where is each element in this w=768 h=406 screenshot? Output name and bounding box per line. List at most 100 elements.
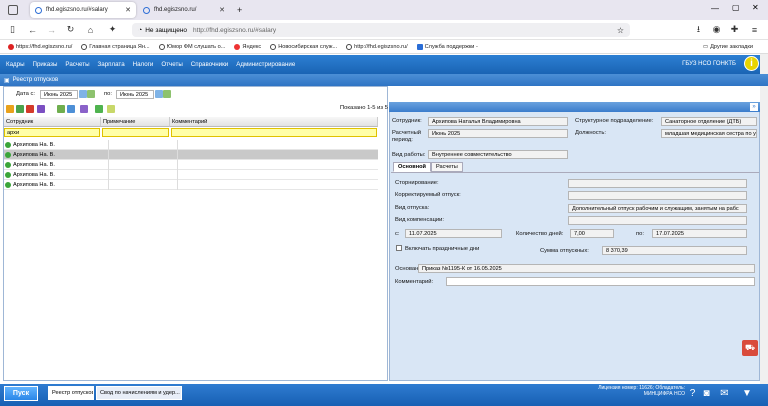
other-bookmarks[interactable]: ▭ Другие закладки bbox=[703, 44, 753, 50]
date-to-field[interactable]: Июнь 2025 bbox=[116, 90, 154, 99]
cell-employee: Архипова На. В. bbox=[13, 181, 55, 188]
to-date-field[interactable]: 17.07.2025 bbox=[652, 229, 747, 238]
vacation-type-field[interactable]: Дополнительный отпуск рабочим и служащим… bbox=[568, 204, 747, 213]
column-header-comment[interactable]: Комментарий bbox=[170, 117, 378, 127]
new-tab-button[interactable]: + bbox=[232, 2, 246, 18]
menu-item-spravochniki[interactable]: Справочники bbox=[191, 61, 228, 68]
tab-overview-icon[interactable] bbox=[8, 5, 18, 15]
sum-field[interactable]: 8 370,39 bbox=[602, 246, 747, 255]
menu-item-otchety[interactable]: Отчеты bbox=[161, 61, 182, 68]
task-vacation-register[interactable]: Реестр отпусков bbox=[48, 386, 94, 400]
reload-icon[interactable]: ↻ bbox=[64, 23, 77, 36]
filter-note-input[interactable] bbox=[102, 128, 169, 137]
extension-puzzle-icon[interactable]: ✚ bbox=[728, 23, 741, 36]
browser-tab-root[interactable]: fhd.egiszsno.ru/ ✕ bbox=[138, 2, 230, 18]
menu-item-kadry[interactable]: Кадры bbox=[6, 61, 25, 68]
sidebar-toggle-icon[interactable]: ▯ bbox=[6, 23, 19, 36]
close-tab-icon[interactable]: ✕ bbox=[125, 6, 131, 14]
collapse-icon[interactable]: » bbox=[750, 103, 758, 111]
tab-calculations[interactable]: Расчеты bbox=[431, 162, 463, 172]
minimize-window-icon[interactable]: — bbox=[711, 4, 719, 13]
account-icon[interactable]: ◉ bbox=[710, 23, 723, 36]
from-date-field[interactable]: 11.07.2025 bbox=[405, 229, 502, 238]
settings-icon[interactable] bbox=[107, 105, 115, 113]
bookmark-item[interactable]: Новосибирская служ... bbox=[270, 43, 337, 50]
export-icon[interactable] bbox=[67, 105, 75, 113]
refresh-icon[interactable] bbox=[163, 90, 171, 98]
menu-item-prikazy[interactable]: Приказы bbox=[33, 61, 58, 68]
bookmark-item[interactable]: Юмор ФМ слушать о... bbox=[158, 43, 225, 50]
cell-note bbox=[108, 149, 177, 160]
window-titlebar: ▣ Реестр отпусков bbox=[0, 74, 768, 86]
menu-hamburger-icon[interactable]: ≡ bbox=[748, 23, 761, 36]
add-icon[interactable] bbox=[16, 105, 24, 113]
period-field[interactable]: Июнь 2025 bbox=[428, 129, 568, 138]
table-row[interactable]: Архипова На. В. bbox=[4, 159, 378, 170]
bookmark-star-icon[interactable]: ☆ bbox=[617, 26, 624, 35]
tab-main[interactable]: Основной bbox=[393, 162, 431, 172]
site-favicon-icon bbox=[35, 6, 42, 14]
page-scrollbar[interactable] bbox=[760, 54, 768, 384]
back-arrow-icon[interactable]: ← bbox=[26, 23, 39, 36]
forward-arrow-icon[interactable]: → bbox=[45, 23, 58, 36]
employee-field[interactable]: Архипова Наталья Владимировна bbox=[428, 117, 568, 126]
menu-item-zarplata[interactable]: Зарплата bbox=[98, 61, 125, 68]
tools-dropdown-icon[interactable] bbox=[80, 105, 88, 113]
calendar-icon[interactable] bbox=[79, 90, 87, 98]
storno-field[interactable] bbox=[568, 179, 747, 188]
camera-icon[interactable]: ◙ bbox=[700, 387, 713, 400]
menu-item-raschety[interactable]: Расчеты bbox=[65, 61, 89, 68]
info-icon[interactable]: i bbox=[744, 56, 759, 71]
filter-icon[interactable] bbox=[57, 105, 65, 113]
position-field[interactable]: младшая медицинская сестра по у bbox=[661, 129, 757, 138]
date-from-field[interactable]: Июнь 2025 bbox=[40, 90, 78, 99]
browser-tab-salary[interactable]: fhd.egiszsno.ru/#salary ✕ bbox=[30, 2, 136, 18]
bookmark-item[interactable]: https://fhd.egiszsno.ru/ bbox=[8, 43, 72, 50]
delete-icon[interactable] bbox=[26, 105, 34, 113]
home-icon[interactable]: ⌂ bbox=[84, 23, 97, 36]
comment-field[interactable] bbox=[446, 277, 755, 286]
bookmark-item[interactable]: http://fhd.egiszsno.ru/ bbox=[346, 43, 408, 50]
bookmark-item[interactable]: Служба поддержки - bbox=[416, 43, 478, 50]
url-text[interactable]: http://fhd.egiszsno.ru/#salary bbox=[193, 27, 276, 34]
holidays-label: Включать праздничные дни bbox=[405, 246, 480, 252]
filter-employee-input[interactable]: архи bbox=[4, 128, 100, 137]
close-window-icon[interactable]: ✕ bbox=[752, 3, 759, 12]
column-header-employee[interactable]: Сотрудник bbox=[4, 117, 101, 127]
menu-item-administrirovanie[interactable]: Администрирование bbox=[236, 61, 295, 68]
chevron-down-icon[interactable]: ▼ bbox=[738, 387, 756, 400]
refresh-grid-icon[interactable] bbox=[95, 105, 103, 113]
car-icon[interactable]: ⛟ bbox=[742, 340, 758, 356]
dept-field[interactable]: Санаторное отделение (ДТБ) bbox=[661, 117, 757, 126]
extensions-icon[interactable]: ✦ bbox=[106, 23, 119, 36]
table-row[interactable]: Архипова На. В. bbox=[4, 179, 378, 190]
holidays-checkbox[interactable] bbox=[396, 245, 402, 251]
close-tab-icon[interactable]: ✕ bbox=[219, 6, 225, 14]
table-row[interactable]: Архипова На. В. bbox=[4, 139, 378, 150]
correcting-field[interactable] bbox=[568, 191, 747, 200]
calendar-icon[interactable] bbox=[155, 90, 163, 98]
mail-icon[interactable]: ✉ bbox=[718, 387, 731, 400]
cell-note bbox=[108, 159, 177, 170]
days-field[interactable]: 7,00 bbox=[570, 229, 614, 238]
menu-item-nalogi[interactable]: Налоги bbox=[133, 61, 154, 68]
basis-field[interactable]: Приказ №1195-К от 16.05.2025 bbox=[418, 264, 755, 273]
compensation-field[interactable] bbox=[568, 216, 747, 225]
task-accruals-summary[interactable]: Свод по начислениям и удер... bbox=[96, 386, 182, 400]
table-row[interactable]: Архипова На. В. bbox=[4, 169, 378, 180]
folder-open-icon[interactable] bbox=[6, 105, 14, 113]
table-row[interactable]: Архипова На. В. bbox=[4, 149, 378, 160]
maximize-window-icon[interactable]: ▢ bbox=[732, 3, 740, 12]
column-header-note[interactable]: Примечание bbox=[101, 117, 170, 127]
refresh-icon[interactable] bbox=[87, 90, 95, 98]
address-bar[interactable]: ◔ Не защищено http://fhd.egiszsno.ru/#sa… bbox=[132, 23, 630, 37]
site-info-icon[interactable]: ◔ bbox=[138, 27, 142, 34]
downloads-icon[interactable]: ⭳ bbox=[692, 23, 705, 36]
bookmark-item[interactable]: Яндекс bbox=[234, 43, 261, 50]
print-dropdown-icon[interactable] bbox=[37, 105, 45, 113]
work-type-field[interactable]: Внутреннее совместительство bbox=[428, 150, 568, 159]
filter-comment-input[interactable] bbox=[171, 128, 377, 137]
help-icon[interactable]: ? bbox=[686, 387, 699, 400]
bookmark-item[interactable]: Главная страница Ян... bbox=[81, 43, 150, 50]
start-button[interactable]: Пуск bbox=[4, 386, 38, 401]
